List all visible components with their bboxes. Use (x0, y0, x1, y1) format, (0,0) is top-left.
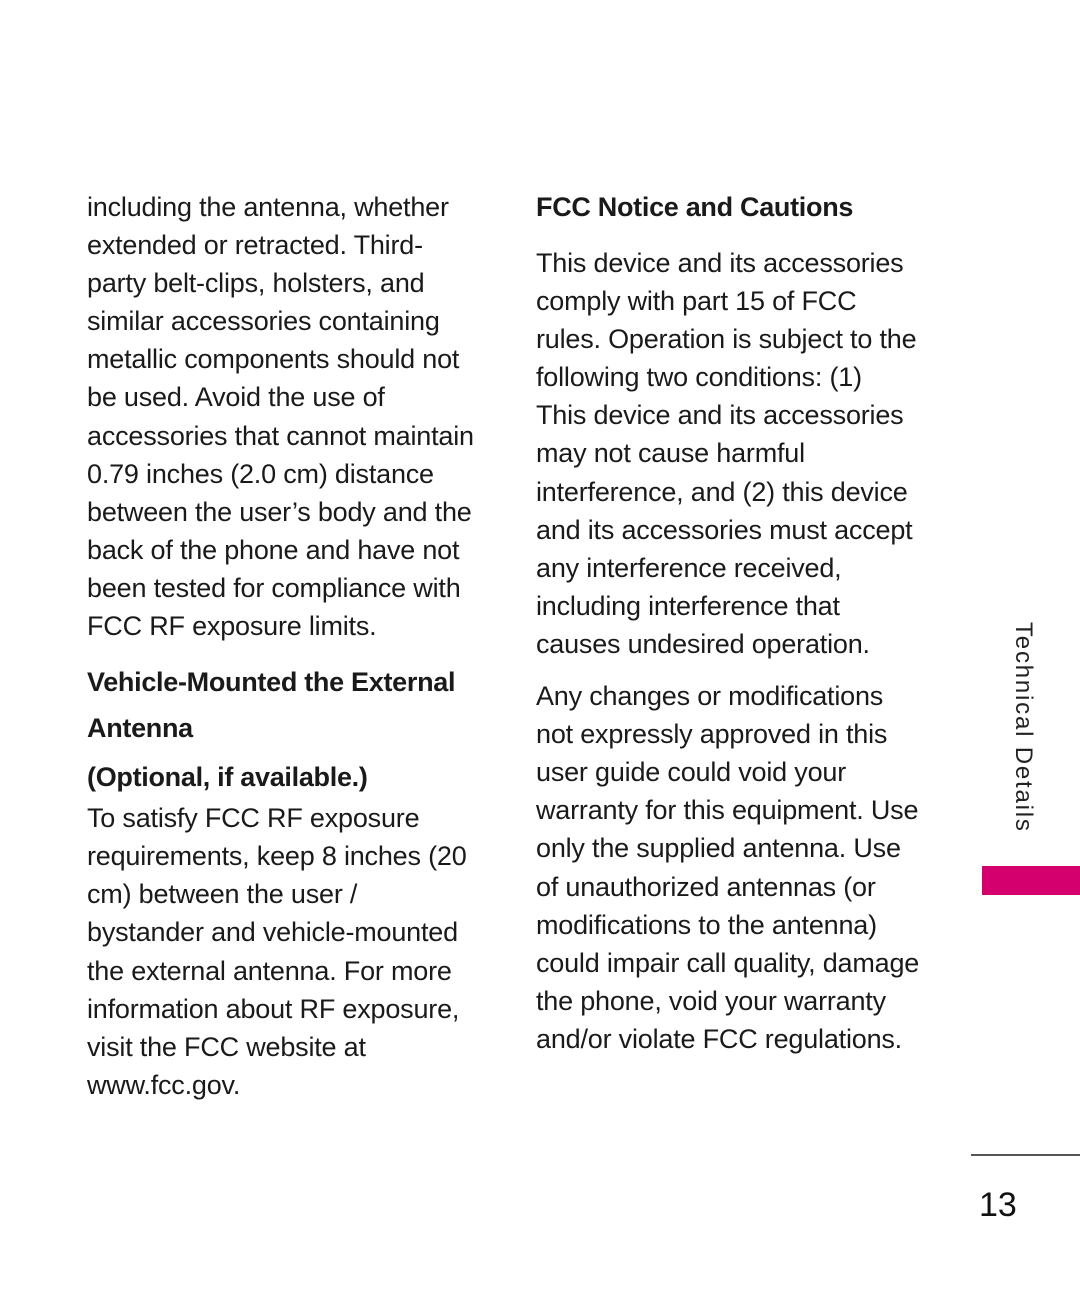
text-line: www.fcc.gov. (87, 1069, 241, 1100)
right-column: FCC Notice and Cautions This device and … (536, 188, 936, 1058)
text-line: party belt-clips, holsters, and (87, 268, 425, 299)
text-line: information about RF exposure, (87, 993, 460, 1024)
fcc-modifications-paragraph: Any changes or modifications not express… (536, 677, 936, 1058)
heading-subtitle: (Optional, if available.) (87, 762, 368, 793)
section-side-label: Technical Details (1003, 622, 1037, 858)
text-line: between the user’s body and the (87, 496, 472, 527)
text-line: and its accessories must accept (536, 514, 913, 545)
text-line: visit the FCC website at (87, 1031, 366, 1062)
text-line: may not cause harmful (536, 438, 805, 469)
text-line: be used. Avoid the use of (87, 382, 385, 413)
text-line: This device and its accessories (536, 248, 904, 278)
text-line: bystander and vehicle-mounted (87, 917, 458, 948)
text-line: warranty for this equipment. Use (536, 795, 919, 826)
text-line: requirements, keep 8 inches (20 (87, 841, 467, 872)
vehicle-antenna-paragraph: To satisfy FCC RF exposure requirements,… (87, 799, 487, 1104)
text-line: including the antenna, whether (87, 192, 449, 222)
text-line: been tested for compliance with (87, 572, 461, 603)
heading-line: Vehicle-Mounted the External (87, 667, 456, 698)
text-line: not expressly approved in this (536, 719, 888, 750)
text-line: cm) between the user / (87, 879, 358, 910)
text-line: the phone, void your warranty (536, 985, 886, 1016)
antenna-caution-paragraph: including the antenna, whether extended … (87, 188, 487, 645)
text-line: the external antenna. For more (87, 955, 452, 986)
section-label-text: Technical Details (1010, 622, 1037, 833)
text-line: extended or retracted. Third- (87, 230, 423, 261)
left-column: including the antenna, whether extended … (87, 188, 487, 1104)
text-line: following two conditions: (1) (536, 362, 862, 393)
text-line: any interference received, (536, 552, 842, 583)
text-line: of unauthorized antennas (or (536, 871, 876, 902)
text-line: rules. Operation is subject to the (536, 324, 917, 355)
text-line: interference, and (2) this device (536, 476, 908, 507)
text-line: modifications to the antenna) (536, 909, 877, 940)
text-line: user guide could void your (536, 757, 846, 788)
text-line: metallic components should not (87, 344, 460, 375)
text-line: comply with part 15 of FCC (536, 286, 857, 317)
text-line: only the supplied antenna. Use (536, 833, 901, 864)
text-line: 0.79 inches (2.0 cm) distance (87, 458, 434, 489)
text-line: back of the phone and have not (87, 534, 460, 565)
section-tab-marker (982, 866, 1080, 895)
text-line: including interference that (536, 590, 840, 621)
vehicle-antenna-heading: Vehicle-Mounted the External Antenna (Op… (87, 659, 487, 803)
footer-divider (971, 1154, 1080, 1156)
text-line: causes undesired operation. (536, 628, 870, 659)
heading-line: Antenna (87, 713, 193, 744)
text-line: accessories that cannot maintain (87, 420, 474, 451)
text-line: could impair call quality, damage (536, 947, 920, 978)
text-line: and/or violate FCC regulations. (536, 1023, 902, 1054)
page-number: 13 (979, 1186, 1017, 1224)
text-line: This device and its accessories (536, 400, 904, 431)
text-line: To satisfy FCC RF exposure (87, 803, 420, 834)
text-line: FCC RF exposure limits. (87, 611, 377, 642)
text-line: similar accessories containing (87, 306, 440, 337)
text-line: Any changes or modifications (536, 681, 884, 712)
fcc-notice-heading: FCC Notice and Cautions (536, 192, 854, 222)
fcc-conditions-paragraph: This device and its accessories comply w… (536, 244, 936, 663)
